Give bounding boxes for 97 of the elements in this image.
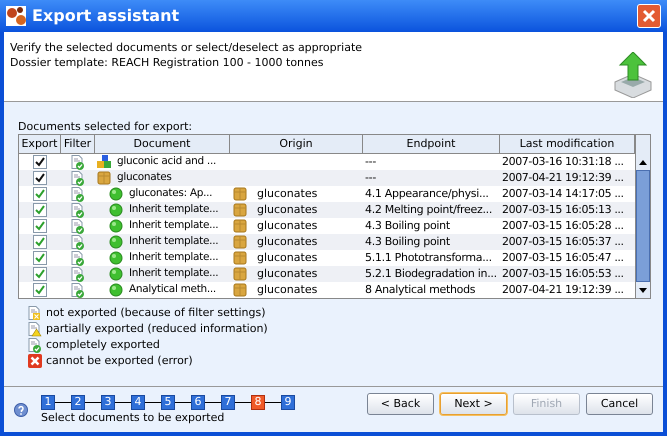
step-marker: 9	[281, 394, 295, 410]
table-cell-text: 4.3 Boiling point	[365, 234, 450, 250]
app-logo-icon	[6, 6, 26, 26]
box-icon	[233, 219, 247, 233]
document-name: Inherit template...	[129, 250, 218, 266]
step-marker: 1	[41, 394, 55, 410]
blocks-icon	[97, 155, 111, 169]
scrollbar-thumb[interactable]	[636, 170, 650, 282]
table-caption: Documents selected for export:	[18, 120, 194, 134]
table-cell-text: gluconates	[257, 282, 318, 298]
down-arrow-icon	[639, 288, 647, 292]
table-cell-text: ---	[365, 170, 376, 186]
ball-icon	[109, 235, 123, 249]
table-cell-text: 5.2.1 Biodegradation in...	[365, 266, 497, 282]
legend-text: not exported (because of filter settings)	[46, 304, 266, 321]
table-cell-text: 2007-03-16 10:31:18 ...	[502, 154, 624, 170]
ball-icon	[109, 187, 123, 201]
help-icon	[14, 402, 28, 416]
document-name: gluconates: Ap...	[129, 186, 212, 202]
checkbox[interactable]	[33, 267, 47, 281]
table-cell-text: 2007-03-15 16:05:13 ...	[502, 202, 624, 218]
step-marker: 8	[251, 394, 265, 410]
close-button[interactable]	[637, 4, 661, 28]
document-check-icon	[28, 338, 42, 352]
column-header[interactable]: Export	[19, 135, 61, 153]
box-icon	[233, 283, 247, 297]
step-marker: 6	[191, 394, 205, 410]
legend-text: cannot be exported (error)	[46, 352, 193, 369]
box-icon	[233, 203, 247, 217]
close-icon	[642, 9, 656, 23]
box-icon	[97, 171, 111, 185]
step-marker: 2	[71, 394, 85, 410]
checkbox[interactable]	[33, 171, 47, 185]
header-text: Verify the selected documents or select/deselect as appropriate	[10, 40, 362, 55]
legend-text: partially exported (reduced information)	[46, 320, 268, 337]
table-cell-text: 2007-04-21 19:12:39 ...	[502, 170, 624, 186]
table-cell-text: gluconates	[257, 202, 318, 218]
table-cell-text: gluconates	[257, 266, 318, 282]
checkbox[interactable]	[33, 155, 47, 169]
step-caption: Select documents to be exported	[41, 410, 226, 424]
table-cell-text: 8 Analytical methods	[365, 282, 476, 298]
document-name: gluconic acid and ...	[117, 154, 216, 170]
table-cell-text: 2007-03-14 14:17:05 ...	[502, 186, 624, 202]
ball-icon	[109, 283, 123, 297]
table-cell-text: 4.3 Boiling point	[365, 218, 450, 234]
document-name: Inherit template...	[129, 218, 218, 234]
window-title: Export assistant	[32, 5, 180, 27]
box-icon	[233, 251, 247, 265]
document-name: Inherit template...	[129, 266, 218, 282]
ball-icon	[109, 219, 123, 233]
table-cell-text: gluconates	[257, 218, 318, 234]
checkbox[interactable]	[33, 203, 47, 217]
table-cell-text: 5.1.1 Phototransforma...	[365, 250, 492, 266]
up-arrow-icon	[639, 160, 647, 164]
upload-tray-icon	[613, 52, 653, 98]
document-name: gluconates	[117, 170, 172, 186]
column-header[interactable]: Filter	[61, 135, 95, 153]
document-name: Inherit template...	[129, 234, 218, 250]
step-marker: 7	[221, 394, 235, 410]
table-cell-text: ---	[365, 154, 376, 170]
checkbox[interactable]	[33, 187, 47, 201]
header-text: Dossier template: REACH Registration 100 - 1000 tonnes	[10, 55, 324, 70]
column-header[interactable]: Endpoint	[363, 135, 500, 153]
checkbox[interactable]	[33, 235, 47, 249]
ball-icon	[109, 267, 123, 281]
table-cell-text: 2007-03-15 16:05:37 ...	[502, 234, 624, 250]
checkbox[interactable]	[33, 251, 47, 265]
box-icon	[233, 235, 247, 249]
box-icon	[233, 187, 247, 201]
document-warning-icon	[28, 322, 42, 336]
step-marker: 4	[131, 394, 145, 410]
table-cell-text: 2007-03-15 16:05:47 ...	[502, 250, 624, 266]
legend-text: completely exported	[46, 336, 160, 353]
table-cell-text: 2007-03-15 16:05:28 ...	[502, 218, 624, 234]
step-marker: 5	[161, 394, 175, 410]
box-icon	[233, 267, 247, 281]
column-header[interactable]: Origin	[230, 135, 363, 153]
table-cell-text: gluconates	[257, 186, 318, 202]
document-name: Analytical meth...	[129, 282, 216, 298]
document-name: Inherit template...	[129, 202, 218, 218]
column-header[interactable]: Document	[95, 135, 230, 153]
error-icon	[28, 354, 42, 368]
table-cell-text: gluconates	[257, 250, 318, 266]
wizard-button[interactable]: Cancel	[586, 393, 653, 415]
wizard-button[interactable]: Next >	[440, 393, 507, 415]
wizard-button[interactable]: < Back	[367, 393, 434, 415]
checkbox[interactable]	[33, 283, 47, 297]
table-cell-text: 2007-03-15 16:05:53 ...	[502, 266, 624, 282]
ball-icon	[109, 203, 123, 217]
ball-icon	[109, 251, 123, 265]
step-marker: 3	[101, 394, 115, 410]
checkbox[interactable]	[33, 219, 47, 233]
document-cross-icon	[28, 306, 42, 320]
table-cell-text: 4.2 Melting point/freez...	[365, 202, 492, 218]
table-cell-text: gluconates	[257, 234, 318, 250]
table-cell-text: 4.1 Appearance/physi...	[365, 186, 489, 202]
table-cell-text: 2007-04-21 19:12:39 ...	[502, 282, 624, 298]
